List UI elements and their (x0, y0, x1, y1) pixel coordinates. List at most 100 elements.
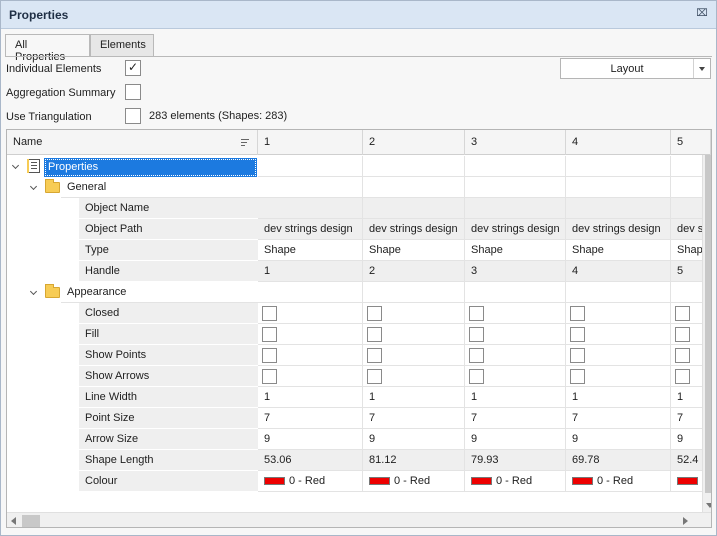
group-row[interactable]: General (7, 177, 711, 198)
value-checkbox[interactable] (570, 369, 585, 384)
value-cell[interactable] (465, 345, 566, 366)
column-header-2[interactable]: 2 (363, 130, 465, 155)
value-cell[interactable]: 1 (363, 387, 465, 408)
value-checkbox[interactable] (367, 369, 382, 384)
value-cell[interactable]: 1 (258, 387, 363, 408)
value-checkbox[interactable] (675, 327, 690, 342)
property-row[interactable]: Closed (7, 303, 711, 324)
scroll-down-icon[interactable] (706, 503, 711, 508)
value-checkbox[interactable] (570, 348, 585, 363)
scroll-right-icon[interactable] (683, 517, 688, 525)
property-row[interactable]: Point Size 7 7 7 7 7 (7, 408, 711, 429)
value-cell[interactable] (566, 156, 671, 177)
horizontal-scrollbar[interactable] (7, 512, 711, 527)
value-cell[interactable]: 79.93 (465, 450, 566, 471)
vertical-scrollbar[interactable] (702, 155, 711, 512)
value-cell[interactable] (566, 345, 671, 366)
tab-elements[interactable]: Elements (90, 34, 154, 56)
value-cell[interactable] (258, 282, 363, 303)
value-cell[interactable] (363, 303, 465, 324)
value-cell[interactable]: 0 - Red (258, 471, 363, 492)
value-cell[interactable] (566, 324, 671, 345)
value-cell[interactable]: 7 (363, 408, 465, 429)
value-cell[interactable]: 81.12 (363, 450, 465, 471)
sort-icon[interactable] (241, 139, 249, 147)
value-cell[interactable]: 1 (566, 387, 671, 408)
value-cell[interactable]: 9 (363, 429, 465, 450)
value-cell[interactable]: 7 (465, 408, 566, 429)
value-cell[interactable] (566, 177, 671, 198)
value-cell[interactable] (363, 324, 465, 345)
value-checkbox[interactable] (675, 369, 690, 384)
vertical-scroll-thumb[interactable] (705, 155, 711, 493)
value-cell[interactable] (363, 198, 465, 219)
value-cell[interactable]: 1 (465, 387, 566, 408)
value-cell[interactable] (566, 198, 671, 219)
column-header-1[interactable]: 1 (258, 130, 363, 155)
property-row[interactable]: Fill (7, 324, 711, 345)
value-cell[interactable] (465, 177, 566, 198)
value-checkbox[interactable] (469, 306, 484, 321)
value-checkbox[interactable] (367, 327, 382, 342)
chevron-down-icon[interactable] (11, 161, 21, 171)
value-cell[interactable]: 9 (566, 429, 671, 450)
group-label[interactable]: General (61, 177, 258, 198)
column-header-name[interactable]: Name (7, 130, 258, 155)
individual-elements-checkbox[interactable]: ✓ (125, 60, 141, 76)
property-row[interactable]: Object Name (7, 198, 711, 219)
group-label[interactable]: Appearance (61, 282, 258, 303)
column-header-4[interactable]: 4 (566, 130, 671, 155)
value-checkbox[interactable] (570, 327, 585, 342)
value-checkbox[interactable] (367, 348, 382, 363)
value-checkbox[interactable] (675, 348, 690, 363)
value-checkbox[interactable] (570, 306, 585, 321)
value-cell[interactable]: 1 (258, 261, 363, 282)
value-cell[interactable]: 0 - Red (465, 471, 566, 492)
group-row[interactable]: Properties (7, 156, 711, 177)
property-row[interactable]: Shape Length 53.06 81.12 79.93 69.78 52.4 (7, 450, 711, 471)
property-row[interactable]: Object Path dev strings design dev strings… (7, 219, 711, 240)
value-cell[interactable]: dev strings design (258, 219, 363, 240)
property-row[interactable]: Arrow Size 9 9 9 9 9 (7, 429, 711, 450)
property-row[interactable]: Handle 1 2 3 4 5 (7, 261, 711, 282)
chevron-down-icon[interactable] (29, 287, 39, 297)
value-checkbox[interactable] (469, 327, 484, 342)
layout-dropdown[interactable]: Layout (560, 58, 711, 79)
value-cell[interactable]: Shape (465, 240, 566, 261)
value-checkbox[interactable] (262, 348, 277, 363)
value-checkbox[interactable] (262, 369, 277, 384)
value-cell[interactable]: dev strings design (363, 219, 465, 240)
value-cell[interactable]: dev strings design (566, 219, 671, 240)
value-cell[interactable] (258, 366, 363, 387)
value-checkbox[interactable] (262, 306, 277, 321)
pin-icon[interactable]: ⌧ (696, 8, 708, 20)
value-cell[interactable] (566, 366, 671, 387)
aggregation-summary-checkbox[interactable] (125, 84, 141, 100)
property-row[interactable]: Type Shape Shape Shape Shape Shape (7, 240, 711, 261)
tab-all-properties[interactable]: All Properties (5, 34, 90, 63)
value-cell[interactable] (258, 324, 363, 345)
value-cell[interactable] (363, 156, 465, 177)
value-cell[interactable]: Shape (363, 240, 465, 261)
value-cell[interactable] (465, 198, 566, 219)
value-cell[interactable]: dev strings design (465, 219, 566, 240)
value-cell[interactable]: 53.06 (258, 450, 363, 471)
value-cell[interactable] (465, 366, 566, 387)
value-cell[interactable]: Shape (258, 240, 363, 261)
group-row[interactable]: Appearance (7, 282, 711, 303)
value-checkbox[interactable] (367, 306, 382, 321)
value-cell[interactable] (465, 324, 566, 345)
value-cell[interactable]: 69.78 (566, 450, 671, 471)
value-cell[interactable]: 9 (465, 429, 566, 450)
property-row[interactable]: Line Width 1 1 1 1 1 (7, 387, 711, 408)
value-cell[interactable] (465, 282, 566, 303)
value-cell[interactable] (465, 303, 566, 324)
chevron-down-icon[interactable] (29, 182, 39, 192)
value-checkbox[interactable] (675, 306, 690, 321)
value-cell[interactable] (258, 345, 363, 366)
value-cell[interactable]: 3 (465, 261, 566, 282)
column-header-5[interactable]: 5 (671, 130, 711, 155)
property-row[interactable]: Show Points (7, 345, 711, 366)
scroll-left-icon[interactable] (11, 517, 16, 525)
value-cell[interactable] (258, 156, 363, 177)
